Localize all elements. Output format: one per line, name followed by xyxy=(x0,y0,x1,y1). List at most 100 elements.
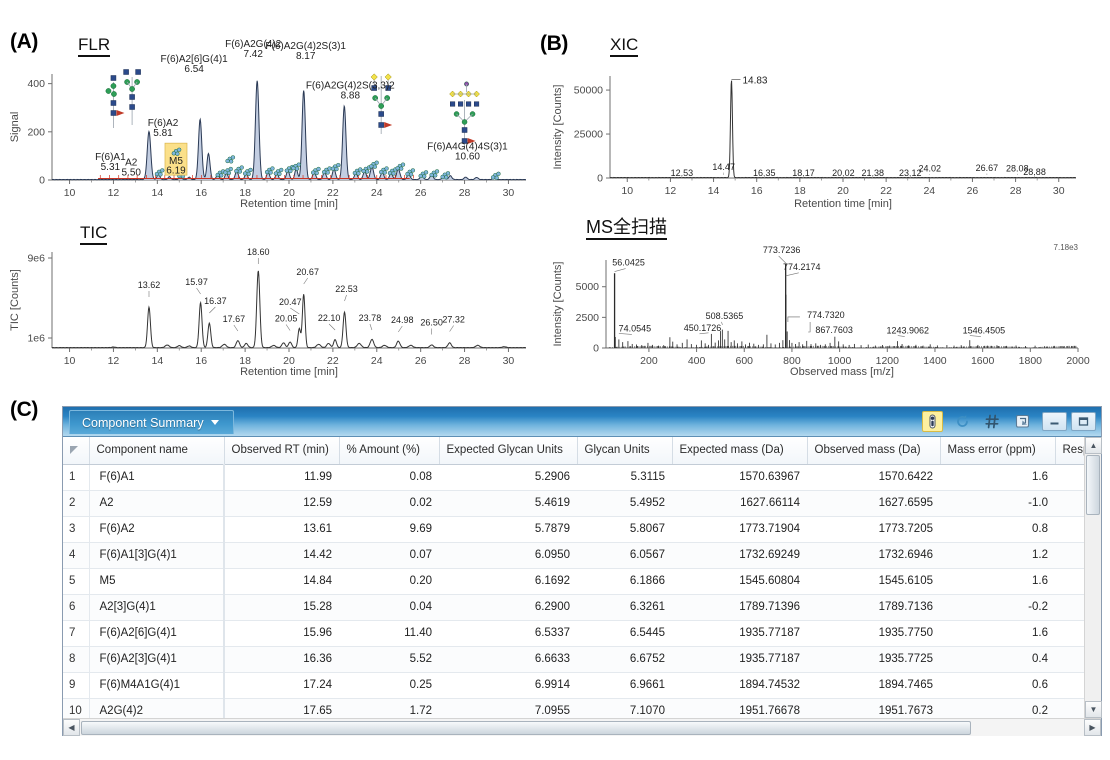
mannose-symbol xyxy=(230,155,236,160)
ms-xtick-label: 1400 xyxy=(923,355,947,367)
xic-ytick-label: 25000 xyxy=(574,129,603,141)
vertical-scroll-thumb[interactable] xyxy=(1086,455,1100,515)
scroll-down-button[interactable]: ▼ xyxy=(1085,701,1102,718)
ms-peak-label: 56.0425 xyxy=(612,258,645,268)
ms-full-scan-spectrum: 200 400 600 800 1000 1200 1400 1600 1800 2000 0 250… xyxy=(548,238,1090,378)
column-header-glycan-units[interactable]: Glycan Units xyxy=(577,437,673,465)
table-row[interactable]: 1 F(6)A1 11.99 0.08 5.2906 5.3115 1570.63967 15… xyxy=(63,464,1084,491)
column-header-observed-rt[interactable]: Observed RT (min) xyxy=(224,437,340,465)
tic-ytick-label: 9e6 xyxy=(27,253,45,265)
cell-mass-error: 1.6 xyxy=(940,464,1055,491)
cell-observed-mass: 1951.7673 xyxy=(807,698,940,718)
minimize-button[interactable] xyxy=(1042,412,1067,431)
column-header-mass-error[interactable]: Mass error (ppm) xyxy=(940,437,1056,465)
export-icon[interactable] xyxy=(1012,411,1033,432)
tic-leader-line xyxy=(344,294,347,302)
select-all-corner[interactable] xyxy=(63,437,90,465)
refresh-icon[interactable] xyxy=(952,411,973,432)
mannose-symbol xyxy=(382,170,387,175)
info-marker-icon[interactable] xyxy=(922,411,943,432)
cell-observed-mass: 1627.6595 xyxy=(807,490,940,517)
mannose-symbol xyxy=(374,160,379,165)
mannose-symbol xyxy=(422,174,427,179)
cell-percent-amount: 0.08 xyxy=(339,464,439,491)
flr-xtick-label: 26 xyxy=(415,187,427,199)
cell-expected-gu: 5.4619 xyxy=(439,490,577,517)
table-row[interactable]: 2 A2 12.59 0.02 5.4619 5.4952 1627.66114 1627.6… xyxy=(63,490,1084,517)
mannose-symbol xyxy=(270,166,275,171)
mannose-symbol xyxy=(226,170,232,176)
table-row[interactable]: 7 F(6)A2[6]G(4)1 15.96 11.40 6.5337 6.5445 193… xyxy=(63,620,1084,647)
column-header-observed-mass[interactable]: Observed mass (Da) xyxy=(807,437,941,465)
flr-xlabel: Retention time [min] xyxy=(240,198,338,210)
mannose-symbol xyxy=(434,169,440,174)
mannose-symbol xyxy=(215,172,220,178)
ms-peak-label: 1243.9062 xyxy=(886,326,929,336)
cell-component-name: F(6)M4A1G(4)1 xyxy=(89,672,225,699)
mannose-symbol xyxy=(494,175,499,180)
cell-observed-rt: 14.42 xyxy=(224,542,339,569)
column-header-percent-amount[interactable]: % Amount (%) xyxy=(339,437,440,465)
restore-icon xyxy=(1078,417,1089,426)
table-row[interactable]: 10 A2G(4)2 17.65 1.72 7.0955 7.1070 1951.76678… xyxy=(63,698,1084,718)
cell-component-name: F(6)A2[3]G(4)1 xyxy=(89,646,225,673)
glcnac-symbol xyxy=(458,101,464,107)
column-header-expected-gu[interactable]: Expected Glycan Units xyxy=(439,437,578,465)
mannose-symbol xyxy=(490,175,496,180)
cell-response: 431933310 xyxy=(1055,698,1084,718)
scroll-up-button[interactable]: ▲ xyxy=(1085,437,1102,454)
cell-glycan-units: 5.3115 xyxy=(577,464,672,491)
flr-ytick-label: 0 xyxy=(39,175,45,187)
table-row[interactable]: 4 F(6)A1[3]G(4)1 14.42 0.07 6.0950 6.0567 1732… xyxy=(63,542,1084,569)
tab-component-summary[interactable]: Component Summary xyxy=(69,410,234,434)
tic-xtick-label: 10 xyxy=(64,355,76,367)
tic-peak-label: 20.05 xyxy=(275,314,298,324)
chevron-down-icon[interactable] xyxy=(210,420,219,425)
scroll-right-button[interactable]: ▶ xyxy=(1084,719,1101,736)
ms-xtick-label: 1800 xyxy=(1019,355,1043,367)
mannose-symbol xyxy=(129,86,135,92)
horizontal-scrollbar[interactable]: ◀ ▶ xyxy=(63,718,1101,736)
column-header-component-name[interactable]: Component name xyxy=(89,437,225,465)
xic-ylabel: Intensity [Counts] xyxy=(552,85,564,170)
ms-xtick-label: 400 xyxy=(688,355,706,367)
table-row[interactable]: 5 M5 14.84 0.20 6.1692 6.1866 1545.60804 1545.6… xyxy=(63,568,1084,595)
cell-expected-gu: 6.6633 xyxy=(439,646,577,673)
row-number: 1 xyxy=(63,464,90,491)
mannose-symbol xyxy=(391,171,396,176)
vertical-scrollbar[interactable]: ▲ ▼ xyxy=(1084,437,1102,718)
glcnac-symbol xyxy=(110,75,117,81)
table-row[interactable]: 6 A2[3]G(4)1 15.28 0.04 6.2900 6.3261 1789.713… xyxy=(63,594,1084,621)
mannose-symbol xyxy=(321,169,327,175)
flr-annotation-value: 7.42 xyxy=(243,49,263,60)
cell-expected-mass: 1951.76678 xyxy=(672,698,807,718)
tic-xtick-label: 28 xyxy=(459,355,471,367)
cell-observed-rt: 15.96 xyxy=(224,620,339,647)
tic-ylabel: TIC [Counts] xyxy=(9,269,21,331)
flr-annotation-value: 6.54 xyxy=(184,64,204,75)
table-row[interactable]: 3 F(6)A2 13.61 9.69 5.7879 5.8067 1773.71904 17… xyxy=(63,516,1084,543)
cell-glycan-units: 5.4952 xyxy=(577,490,672,517)
mannose-symbol xyxy=(237,169,243,174)
xic-peak-label: 24.02 xyxy=(918,164,941,174)
tic-leader-line xyxy=(449,325,454,332)
cell-expected-mass: 1773.71904 xyxy=(672,516,807,543)
tic-xtick-label: 26 xyxy=(415,355,427,367)
ms-svg: 200 400 600 800 1000 1200 1400 1600 1800 20000250… xyxy=(552,243,1090,378)
component-summary-window: Component Summary Component name Observe… xyxy=(62,406,1102,736)
table-row[interactable]: 8 F(6)A2[3]G(4)1 16.36 5.52 6.6633 6.6752 1935… xyxy=(63,646,1084,673)
table-row[interactable]: 9 F(6)M4A1G(4)1 17.24 0.25 6.9914 6.9661 1894.… xyxy=(63,672,1084,699)
column-header-response[interactable]: Response xyxy=(1055,437,1084,465)
info-marker-glyph xyxy=(929,414,936,429)
glycan-structure-f6a4g44s31 xyxy=(449,81,480,150)
mannose-symbol xyxy=(379,169,384,175)
window-controls xyxy=(1042,412,1096,431)
hash-grid-icon[interactable] xyxy=(982,411,1003,432)
cell-mass-error: -0.2 xyxy=(940,594,1055,621)
column-header-expected-mass[interactable]: Expected mass (Da) xyxy=(672,437,808,465)
horizontal-scroll-thumb[interactable] xyxy=(81,721,971,735)
scroll-left-button[interactable]: ◀ xyxy=(63,719,80,736)
mannose-symbol xyxy=(325,170,330,175)
restore-button[interactable] xyxy=(1071,412,1096,431)
glcnac-symbol xyxy=(129,94,135,100)
